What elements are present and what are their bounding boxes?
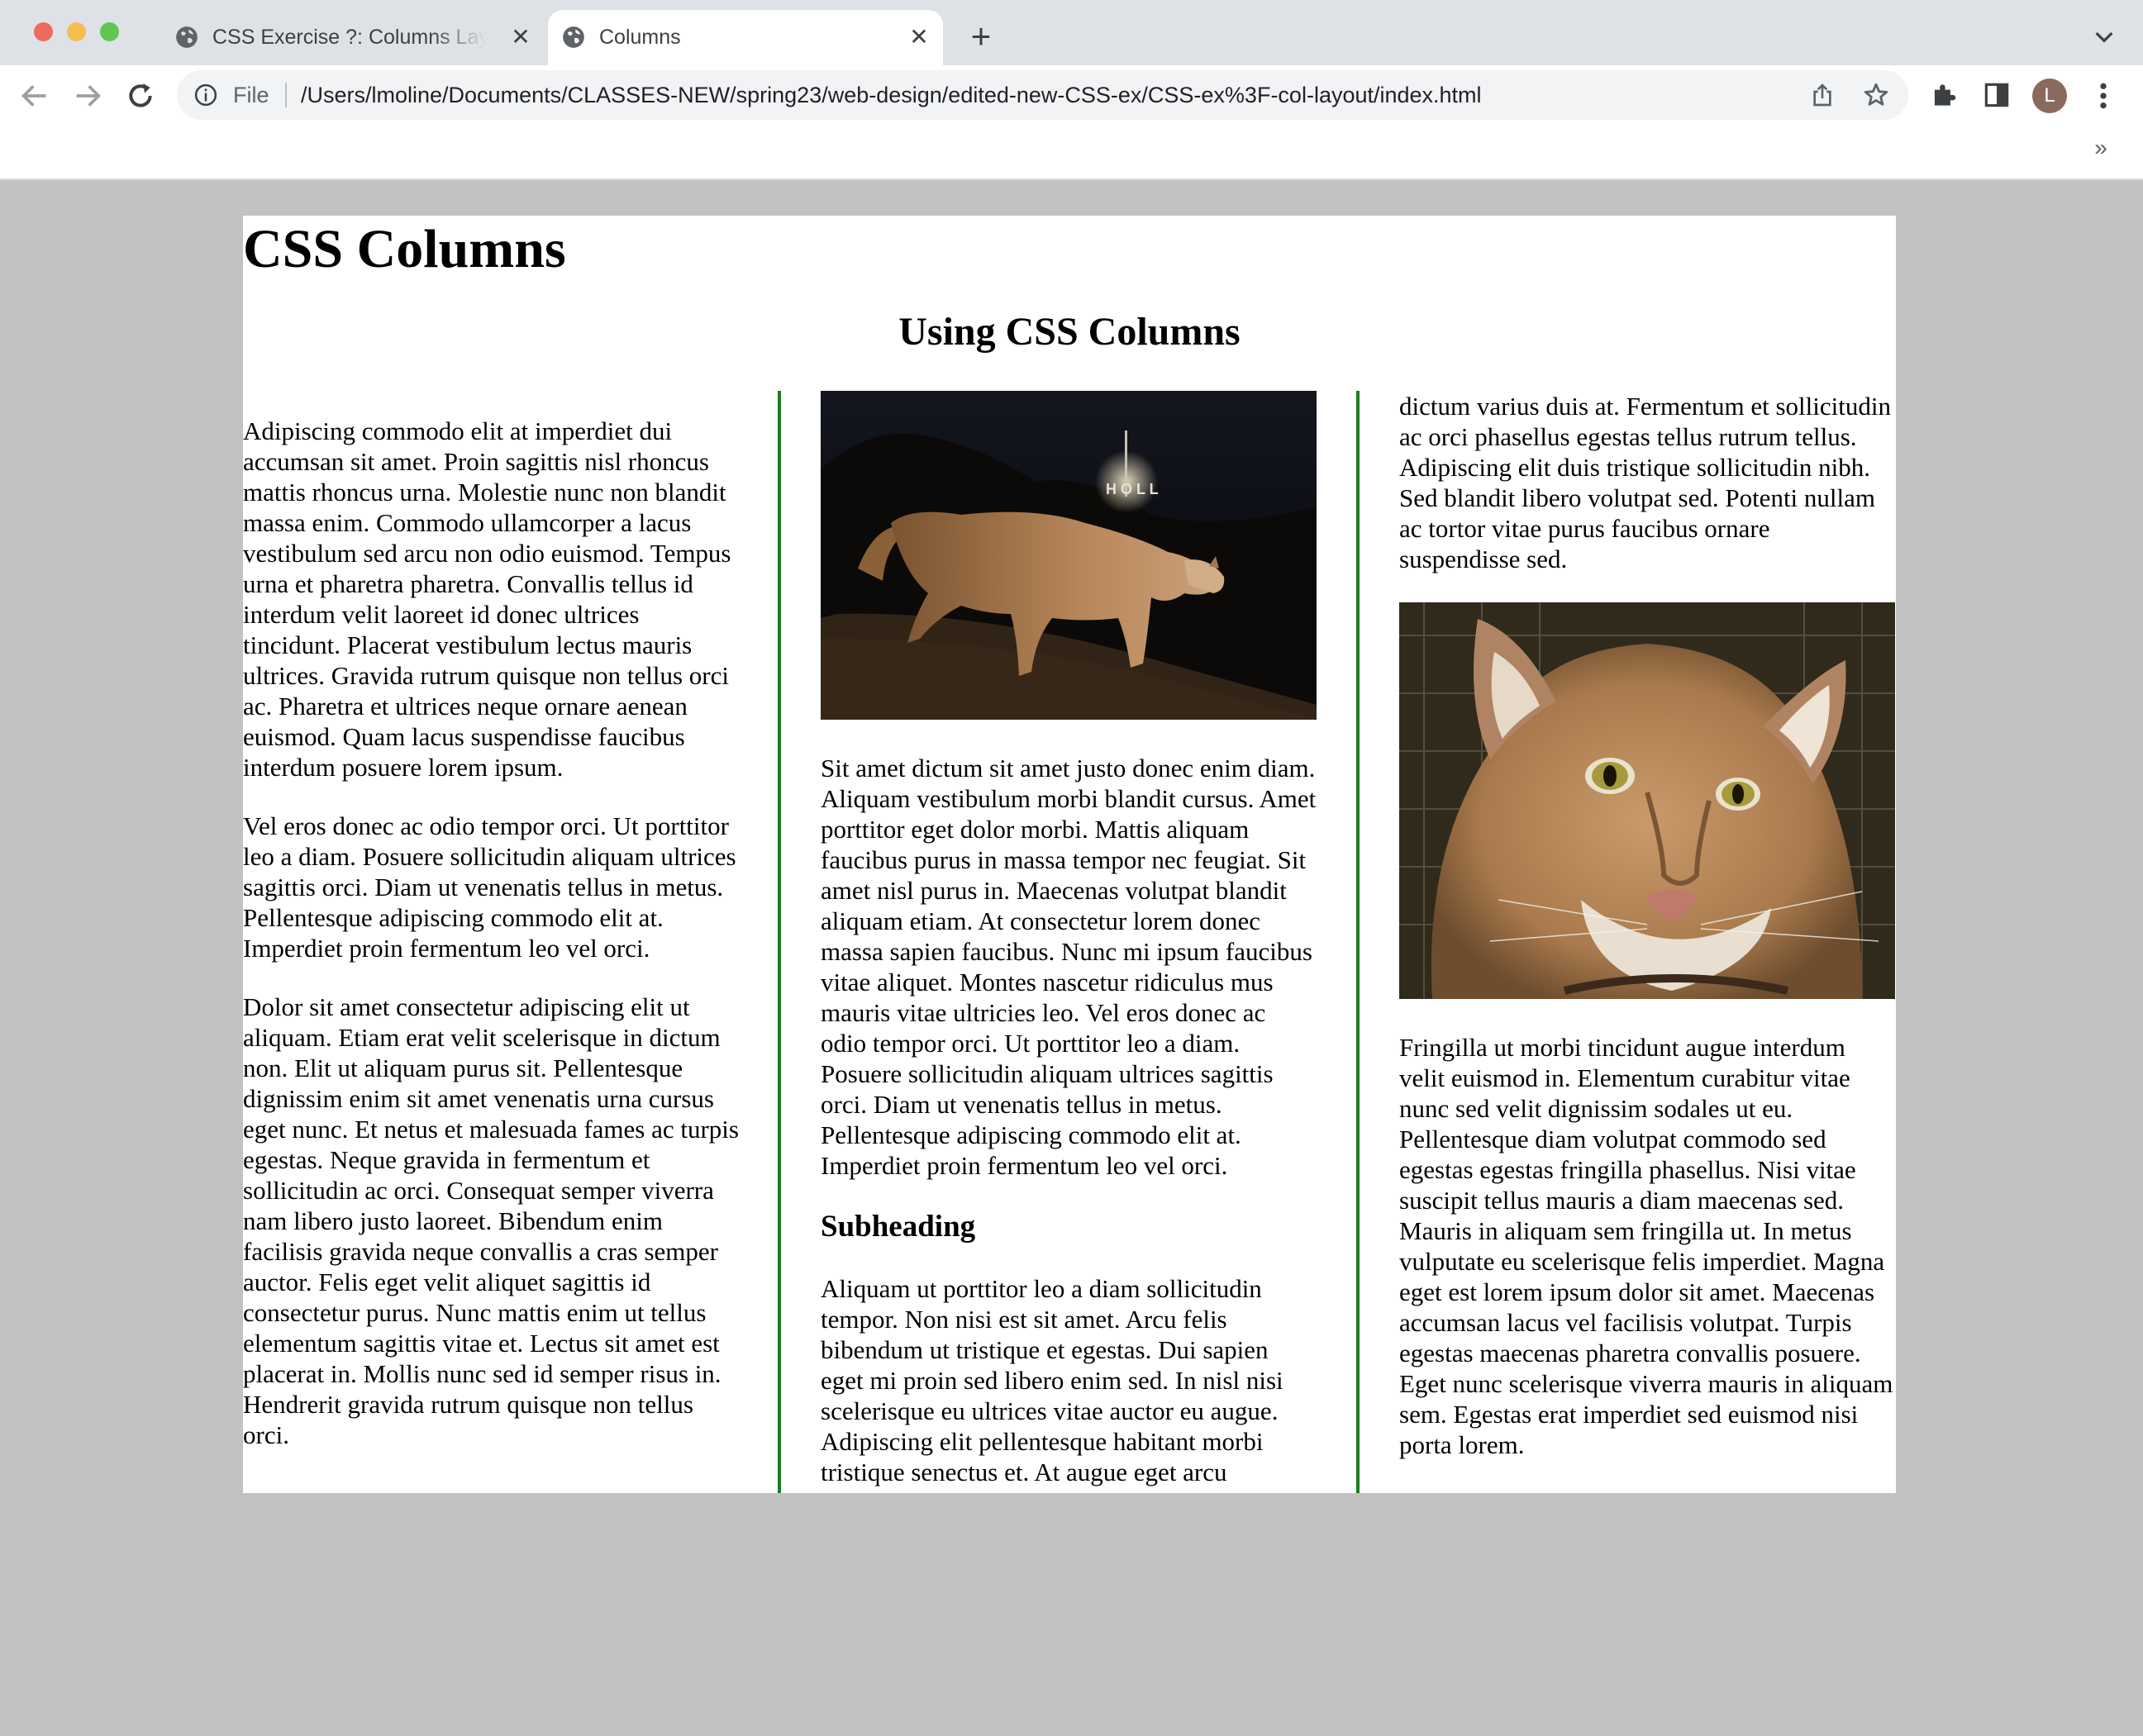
scheme-label: File [233, 83, 269, 107]
star-icon[interactable] [1862, 81, 1890, 109]
paragraph: Fringilla ut morbi tincidunt augue inter… [1399, 1033, 1893, 1459]
paragraph: Sit amet dictum sit amet justo donec eni… [821, 754, 1317, 1180]
tab-search-icon[interactable] [2091, 23, 2117, 50]
close-window-button[interactable] [34, 22, 53, 41]
side-panel-icon[interactable] [1981, 79, 2012, 111]
paragraph: Aliquam ut porttitor leo a diam sollicit… [821, 1274, 1283, 1486]
column-3: dictum varius duis at. Fermentum et soll… [1399, 391, 1895, 1493]
close-tab-icon[interactable]: ✕ [907, 25, 931, 50]
paragraph: Vel eros donec ac odio tempor orci. Ut p… [243, 811, 736, 963]
minimize-window-button[interactable] [67, 22, 86, 41]
mountain-lion-hollywood-photo: H O L L [821, 391, 1317, 720]
tab-title: CSS Exercise ?: Columns Layout [212, 26, 485, 49]
close-tab-icon[interactable]: ✕ [508, 25, 533, 50]
profile-avatar[interactable]: L [2032, 78, 2067, 113]
menu-icon[interactable] [2091, 79, 2116, 112]
column-rule [778, 391, 781, 1493]
forward-icon[interactable] [71, 79, 104, 112]
column-2: H O L L Sit amet dictum sit amet justo d… [821, 391, 1317, 1493]
zoom-window-button[interactable] [100, 22, 119, 41]
svg-text:H O L L: H O L L [1106, 481, 1159, 497]
back-icon[interactable] [18, 79, 51, 112]
mountain-lion-closeup-photo [1399, 602, 1895, 999]
column-rule [1356, 391, 1360, 1493]
url-text[interactable]: /Users/lmoline/Documents/CLASSES-NEW/spr… [301, 81, 1482, 109]
browser-chrome: CSS Exercise ?: Columns Layout ✕ Columns… [0, 0, 2143, 180]
new-tab-icon[interactable]: + [964, 19, 998, 54]
tab-columns[interactable]: Columns ✕ [548, 10, 943, 65]
column-1: Adipiscing commodo elit at imperdiet dui… [243, 391, 739, 1493]
share-icon[interactable] [1809, 82, 1836, 108]
paragraph: Adipiscing commodo elit at imperdiet dui… [243, 416, 731, 782]
paragraph: Dolor sit amet consectetur adipiscing el… [243, 992, 739, 1449]
page-container: CSS Columns Using CSS Columns Adipiscing… [243, 216, 1896, 1493]
tab-css-exercise[interactable]: CSS Exercise ?: Columns Layout ✕ [161, 10, 540, 65]
section-heading: Using CSS Columns [898, 310, 1241, 354]
globe-icon [176, 26, 198, 48]
bookmarks-overflow-icon[interactable]: » [2089, 134, 2112, 162]
chrome-divider [0, 178, 2143, 180]
mountain-lion-night-image: H O L L [821, 391, 1317, 720]
globe-icon [563, 26, 584, 48]
mountain-lion-face-image [1399, 602, 1895, 999]
tab-title: Columns [599, 26, 681, 49]
reload-icon[interactable] [124, 79, 157, 112]
tab-strip: CSS Exercise ?: Columns Layout ✕ Columns… [0, 0, 2143, 65]
paragraph: dictum varius duis at. Fermentum et soll… [1399, 392, 1891, 573]
address-bar[interactable]: File /Users/lmoline/Documents/CLASSES-NE… [177, 70, 1908, 120]
address-separator [285, 83, 287, 107]
info-icon[interactable] [193, 83, 218, 107]
subheading: Subheading [821, 1210, 976, 1244]
extensions-icon[interactable] [1928, 79, 1960, 111]
page-title: CSS Columns [243, 219, 566, 279]
